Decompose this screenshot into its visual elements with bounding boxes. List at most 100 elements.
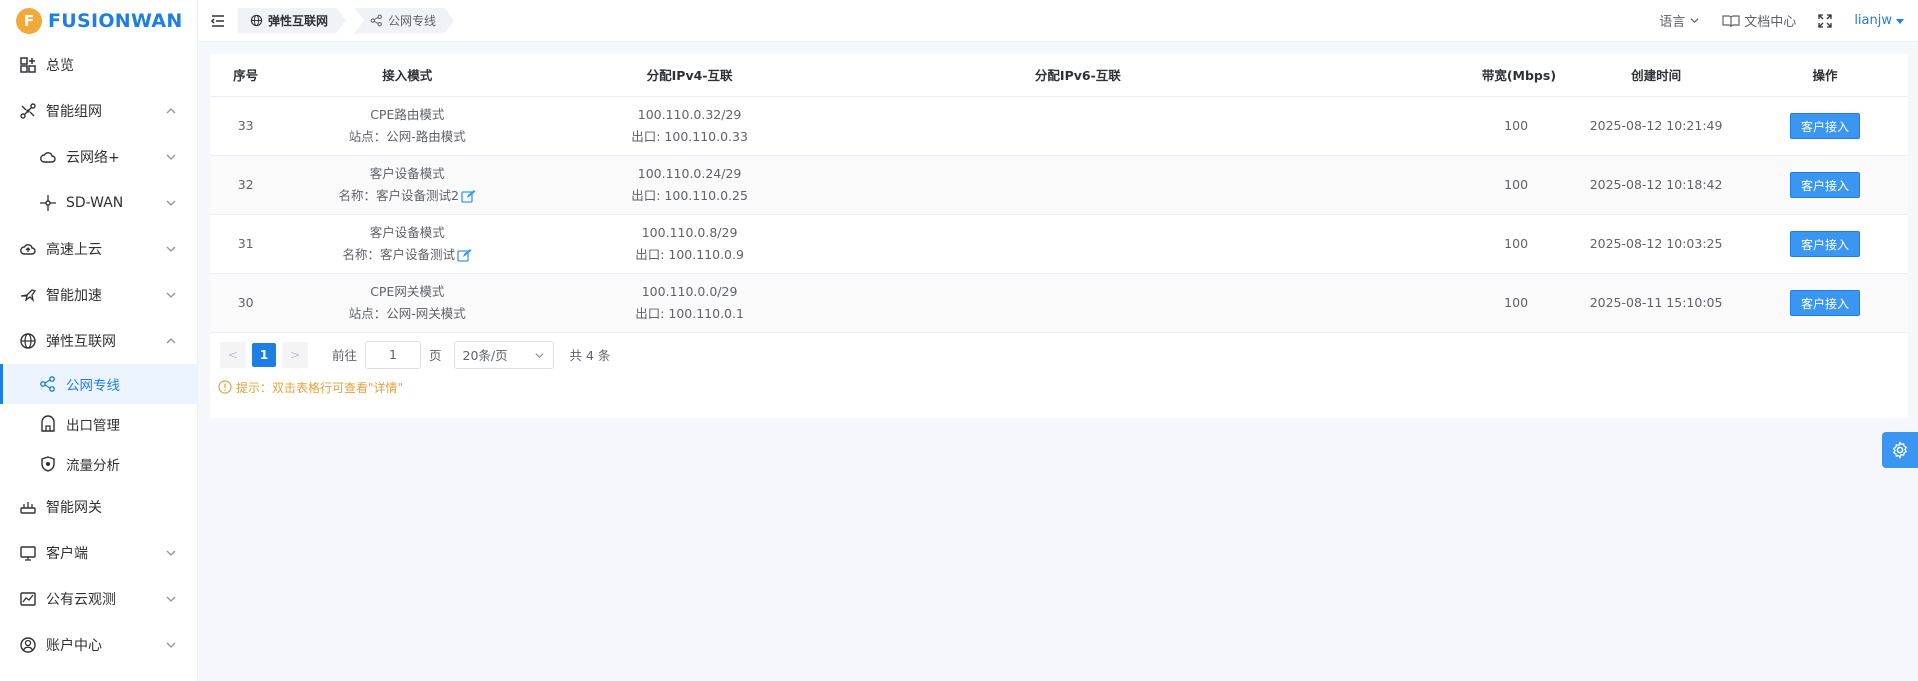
- settings-button[interactable]: [1882, 432, 1918, 468]
- client-access-button[interactable]: 客户接入: [1790, 289, 1861, 316]
- prev-page-button[interactable]: <: [220, 341, 246, 368]
- access-mode-cell: 客户设备模式 名称：客户设备测试: [281, 214, 534, 274]
- breadcrumb-item[interactable]: 公网专线: [354, 8, 454, 34]
- access-mode: CPE路由模式: [370, 106, 445, 122]
- table-row[interactable]: 32 客户设备模式 名称：客户设备测试2 100.110.0.24/29 出口: 1…: [210, 155, 1908, 215]
- sidebar-item-label: 智能加速: [46, 288, 102, 304]
- sidebar-item-public-line[interactable]: 公网专线: [0, 364, 197, 404]
- table-row[interactable]: 30 CPE网关模式 站点：公网-网关模式 100.110.0.0/29 出口: 1…: [210, 273, 1908, 333]
- client-access-button[interactable]: 客户接入: [1790, 230, 1861, 257]
- sidebar-item-label: 流量分析: [66, 458, 120, 474]
- access-mode-detail: 名称：客户设备测试2: [338, 187, 460, 203]
- gear-icon: [1892, 441, 1908, 459]
- access-mode-cell: CPE路由模式站点：公网-路由模式: [281, 96, 534, 156]
- sidebar-item-label: 弹性互联网: [46, 334, 116, 350]
- sidebar-item-label: 公网专线: [66, 378, 120, 394]
- router-icon: [18, 497, 38, 517]
- created-time: 2025-08-12 10:03:25: [1570, 214, 1743, 274]
- breadcrumb-label: 公网专线: [388, 14, 437, 28]
- client-access-button[interactable]: 客户接入: [1790, 171, 1861, 198]
- breadcrumb: 弹性互联网 公网专线: [238, 8, 462, 34]
- edit-icon[interactable]: [457, 248, 472, 263]
- goto-page-input[interactable]: 1: [365, 340, 422, 369]
- chevron-down-icon: [166, 642, 176, 648]
- chevron-down-icon: [166, 154, 176, 160]
- sidebar-item-cloud-network[interactable]: 云网络+: [0, 134, 197, 180]
- edit-icon[interactable]: [461, 189, 476, 204]
- ipv4-value: 100.110.0.8/29: [641, 224, 738, 240]
- logo-text: FUSIONWAN: [48, 10, 183, 32]
- chevron-down-icon: [534, 352, 544, 358]
- breadcrumb-item[interactable]: 弹性互联网: [238, 8, 346, 34]
- sidebar-menu: 总览 智能组网 云网络+ SD-WAN 高速上云 智能加速 弹性互联网 公网专线…: [0, 42, 197, 668]
- access-mode: CPE网关模式: [370, 283, 445, 299]
- header-actions: 语言 文档中心 lianjw: [1637, 11, 1918, 30]
- table-row[interactable]: 31 客户设备模式 名称：客户设备测试 100.110.0.8/29 出口: 100…: [210, 214, 1908, 274]
- breadcrumb-label: 弹性互联网: [268, 14, 329, 28]
- created-time: 2025-08-11 15:10:05: [1570, 273, 1743, 333]
- sidebar-item-elastic-internet[interactable]: 弹性互联网: [0, 318, 197, 364]
- egress-value: 出口: 100.110.0.25: [631, 187, 748, 203]
- ipv6-value: [845, 273, 1310, 333]
- language-label: 语言: [1659, 15, 1686, 30]
- network-icon: [18, 101, 38, 121]
- sidebar-item-label: 账户中心: [46, 638, 102, 654]
- hint-text: 提示：双击表格行可查看"详情": [236, 380, 404, 395]
- page-size-select[interactable]: 20条/页: [453, 340, 554, 369]
- sidebar-item-traffic[interactable]: 流量分析: [0, 444, 197, 484]
- ipv4-value: 100.110.0.24/29: [637, 165, 742, 181]
- chevron-down-icon: [166, 200, 176, 206]
- chevron-down-icon: [166, 550, 176, 556]
- client-access-button[interactable]: 客户接入: [1790, 112, 1861, 139]
- docs-link[interactable]: 文档中心: [1722, 11, 1796, 30]
- gateway-icon: [38, 414, 58, 434]
- ipv6-value: [845, 214, 1310, 274]
- sidebar-item-label: 客户端: [46, 546, 88, 562]
- language-dropdown[interactable]: 语言: [1659, 11, 1700, 30]
- share-icon: [38, 374, 58, 394]
- ipv4-cell: 100.110.0.0/29 出口: 100.110.0.1: [533, 273, 846, 333]
- sidebar-item-egress[interactable]: 出口管理: [0, 404, 197, 444]
- access-mode-cell: CPE网关模式 站点：公网-网关模式: [281, 273, 534, 333]
- sidebar-item-label: 云网络+: [66, 150, 120, 166]
- sidebar-item-smart-gateway[interactable]: 智能网关: [0, 484, 197, 530]
- shield-icon: [38, 454, 58, 474]
- user-menu[interactable]: lianjw: [1854, 13, 1904, 28]
- created-time: 2025-08-12 10:21:49: [1570, 96, 1743, 156]
- sidebar-item-cloud-observe[interactable]: 公有云观测: [0, 576, 197, 622]
- sidebar-item-label: SD-WAN: [66, 195, 124, 211]
- fullscreen-button[interactable]: [1818, 13, 1832, 28]
- next-page-button[interactable]: >: [282, 341, 308, 368]
- dashboard-icon: [18, 55, 38, 75]
- table-header-row: 序号 接入模式 分配IPv4-互联 分配IPv6-互联 带宽(Mbps) 创建时…: [210, 54, 1908, 97]
- hint: 提示：双击表格行可查看"详情": [210, 379, 1908, 396]
- chart-icon: [18, 589, 38, 609]
- action-cell: 客户接入: [1742, 214, 1908, 274]
- ipv4-cell: 100.110.0.32/29 出口: 100.110.0.33: [533, 96, 846, 156]
- menu-fold-icon: [210, 14, 224, 27]
- user-icon: [18, 635, 38, 655]
- sidebar-item-smart-network[interactable]: 智能组网: [0, 88, 197, 134]
- sidebar-item-account[interactable]: 账户中心: [0, 622, 197, 668]
- sidebar-item-label: 出口管理: [66, 418, 120, 434]
- sidebar-item-label: 高速上云: [46, 242, 102, 258]
- page-unit-label: 页: [429, 348, 442, 363]
- bandwidth-value: 100: [1309, 214, 1571, 274]
- sidebar-item-cloud-upload[interactable]: 高速上云: [0, 226, 197, 272]
- sidebar-item-accelerate[interactable]: 智能加速: [0, 272, 197, 318]
- table-row[interactable]: 33 CPE路由模式 站点：公网-路由模式 100.110.0.32/29 出口: …: [210, 96, 1908, 156]
- page-number-current[interactable]: 1: [252, 342, 276, 367]
- logo[interactable]: F FUSIONWAN: [0, 0, 197, 42]
- ipv4-value: 100.110.0.0/29: [641, 283, 738, 299]
- sidebar-item-overview[interactable]: 总览: [0, 42, 197, 88]
- column-header: 创建时间: [1570, 54, 1743, 97]
- access-mode-detail: 站点：公网-路由模式: [348, 128, 466, 144]
- sidebar-item-sdwan[interactable]: SD-WAN: [0, 180, 197, 226]
- sidebar-item-label: 总览: [46, 58, 74, 74]
- sidebar-item-client[interactable]: 客户端: [0, 530, 197, 576]
- menu-toggle-button[interactable]: [198, 13, 238, 29]
- access-mode-cell: 客户设备模式 名称：客户设备测试2: [281, 155, 534, 215]
- sidebar-item-label: 智能组网: [46, 104, 102, 120]
- ipv6-value: [845, 96, 1310, 156]
- egress-value: 出口: 100.110.0.33: [631, 128, 748, 144]
